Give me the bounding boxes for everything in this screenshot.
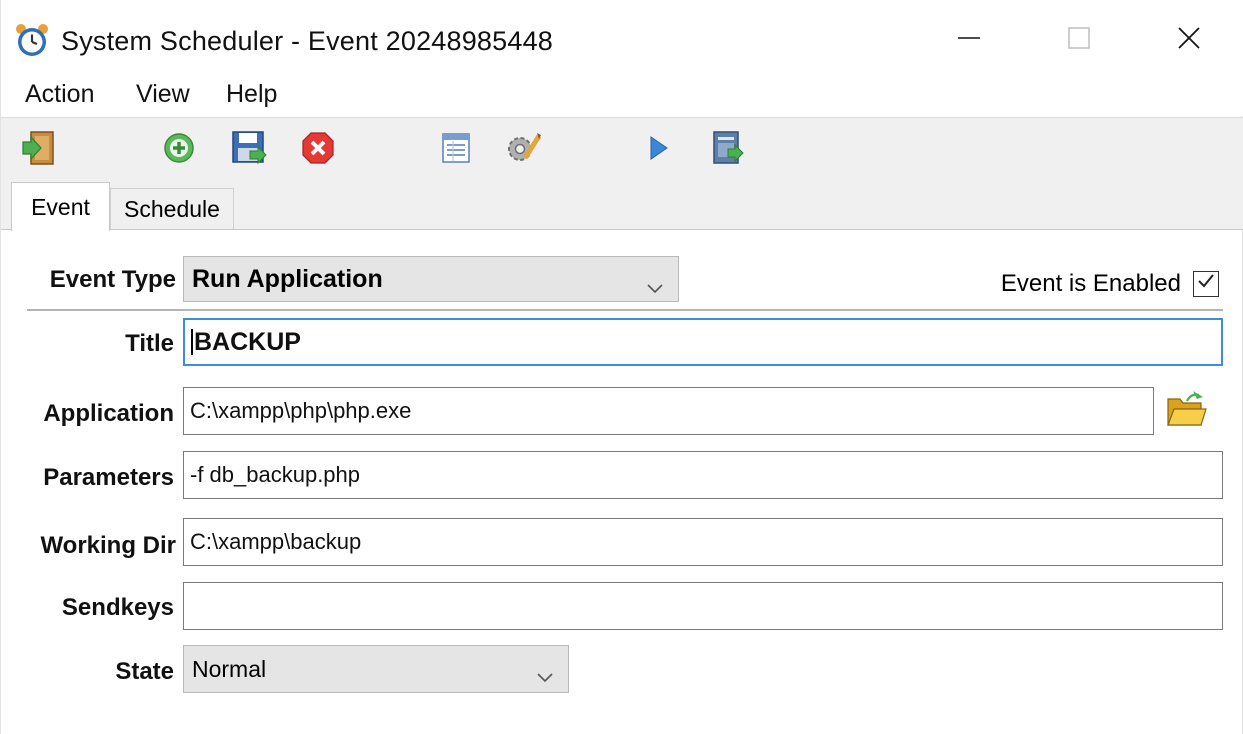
parameters-label: Parameters xyxy=(43,464,174,491)
event-type-value: Run Application xyxy=(192,264,383,293)
tab-event[interactable]: Event xyxy=(11,182,110,231)
title-label: Title xyxy=(125,330,174,357)
menu-action[interactable]: Action xyxy=(21,76,98,112)
event-list-button[interactable] xyxy=(436,130,476,170)
event-type-label: Event Type xyxy=(49,266,176,293)
run-now-button[interactable] xyxy=(638,130,678,170)
maximize-icon xyxy=(1067,26,1091,55)
parameters-input[interactable]: -f db_backup.php xyxy=(183,451,1223,499)
exit-button[interactable] xyxy=(19,130,59,170)
state-label: State xyxy=(115,658,174,685)
close-button[interactable] xyxy=(1161,14,1217,66)
settings-button[interactable] xyxy=(503,130,543,170)
save-icon xyxy=(230,129,268,172)
checkmark-icon xyxy=(1196,270,1216,298)
window-title: System Scheduler - Event 20248985448 xyxy=(61,26,554,56)
minimize-button[interactable] xyxy=(941,14,997,66)
folder-open-icon xyxy=(1165,391,1209,435)
event-enabled-toggle[interactable]: Event is Enabled xyxy=(1001,270,1219,298)
delete-button[interactable] xyxy=(298,130,338,170)
browse-application-button[interactable] xyxy=(1165,387,1209,431)
toolbar xyxy=(1,117,1243,179)
title-bar: System Scheduler - Event 20248985448 xyxy=(1,0,1243,76)
maximize-button[interactable] xyxy=(1051,14,1107,66)
menu-bar: Action View Help xyxy=(1,76,1243,116)
event-form: Event Type Run Application Event is Enab… xyxy=(2,230,1242,734)
minimize-icon xyxy=(957,26,981,55)
run-icon xyxy=(643,133,673,168)
title-value: BACKUP xyxy=(194,327,301,356)
working-dir-label: Working Dir xyxy=(40,532,176,559)
alarm-clock-icon xyxy=(14,22,50,58)
application-label: Application xyxy=(43,400,174,427)
sendkeys-input[interactable] xyxy=(183,582,1223,630)
chevron-down-icon xyxy=(536,663,554,690)
chevron-down-icon xyxy=(646,273,664,302)
sendkeys-label: Sendkeys xyxy=(61,594,174,621)
application-input[interactable]: C:\xampp\php\php.exe xyxy=(183,387,1154,435)
application-value: C:\xampp\php\php.exe xyxy=(190,398,412,423)
event-enabled-label: Event is Enabled xyxy=(1000,270,1181,297)
close-icon xyxy=(1177,26,1201,55)
delete-icon xyxy=(300,130,336,171)
form-separator xyxy=(27,309,1223,311)
exit-door-icon xyxy=(19,128,59,173)
list-icon xyxy=(438,130,474,171)
event-enabled-checkbox[interactable] xyxy=(1193,271,1219,297)
text-caret xyxy=(191,329,193,355)
add-icon xyxy=(161,130,197,171)
menu-view[interactable]: View xyxy=(132,76,194,112)
working-dir-value: C:\xampp\backup xyxy=(190,529,362,554)
tab-schedule[interactable]: Schedule xyxy=(110,188,234,230)
menu-help[interactable]: Help xyxy=(222,76,281,112)
parameters-value: -f db_backup.php xyxy=(190,462,361,487)
event-type-select[interactable]: Run Application xyxy=(183,256,679,302)
state-value: Normal xyxy=(192,655,267,682)
add-event-button[interactable] xyxy=(159,130,199,170)
title-input[interactable]: BACKUP xyxy=(183,318,1223,366)
tab-strip: Event Schedule xyxy=(1,178,1243,231)
state-select[interactable]: Normal xyxy=(183,645,569,693)
scheduler-window: System Scheduler - Event 20248985448 Act… xyxy=(0,0,1243,734)
save-button[interactable] xyxy=(229,130,269,170)
settings-icon xyxy=(503,128,543,173)
export-button[interactable] xyxy=(707,130,747,170)
working-dir-input[interactable]: C:\xampp\backup xyxy=(183,518,1223,566)
export-icon xyxy=(708,129,746,172)
